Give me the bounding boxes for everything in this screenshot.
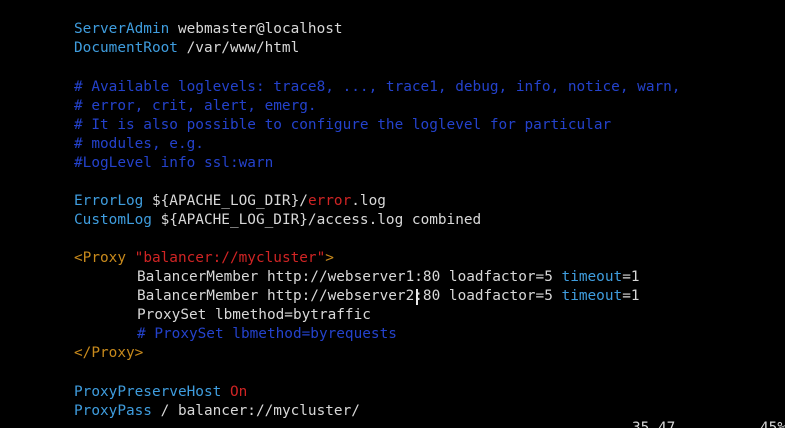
code-line: BalancerMember http://webserver1:80 load… [137, 268, 640, 287]
code-line: CustomLog ${APACHE_LOG_DIR}/access.log c… [74, 211, 481, 230]
code-token: "balancer://mycluster" [134, 250, 326, 266]
code-line: # modules, e.g. [74, 135, 204, 154]
code-token: =1 [622, 269, 640, 285]
code-token: # It is also possible to configure the l… [74, 117, 612, 133]
code-token: ErrorLog [74, 193, 144, 209]
code-token: #LogLevel info ssl:warn [74, 155, 274, 171]
code-token: / balancer://mycluster/ [151, 403, 360, 419]
code-token: ProxyPreserveHost [74, 384, 222, 400]
code-token: # Available loglevels: trace8, ..., trac… [74, 79, 681, 95]
code-line: DocumentRoot /var/www/html [74, 39, 299, 58]
code-token: timeout [561, 269, 623, 285]
code-token: /var/www/html [177, 40, 300, 56]
code-token: # modules, e.g. [74, 136, 204, 152]
code-line: # It is also possible to configure the l… [74, 116, 611, 135]
code-line: ServerAdmin webmaster@localhost [74, 20, 343, 39]
code-token: <Proxy [74, 250, 126, 266]
text-cursor [416, 289, 418, 305]
terminal-window[interactable]: ServerAdmin webmaster@localhost DocumentR… [0, 0, 785, 428]
code-token: ${APACHE_LOG_DIR}/access.log combined [151, 212, 482, 228]
code-line: ProxySet lbmethod=bytraffic [137, 306, 371, 325]
code-token: DocumentRoot [74, 40, 178, 56]
code-token: > [325, 250, 334, 266]
status-scroll-percent: 45% [760, 420, 785, 428]
code-line: #LogLevel info ssl:warn [74, 154, 273, 173]
code-token: =1 [622, 288, 640, 304]
code-line: BalancerMember http://webserver2:80 load… [137, 287, 640, 306]
code-line: ProxyPreserveHost On [74, 383, 247, 402]
code-token: ${APACHE_LOG_DIR}/ [143, 193, 308, 209]
code-line: # error, crit, alert, emerg. [74, 97, 317, 116]
code-line: ProxyPass / balancer://mycluster/ [74, 402, 360, 421]
code-token: CustomLog [74, 212, 152, 228]
code-token: On [229, 384, 248, 400]
code-token: # ProxySet lbmethod=byrequests [137, 326, 397, 342]
code-token: timeout [561, 288, 623, 304]
code-token: ServerAdmin [74, 21, 170, 37]
code-token: ProxyPass [74, 403, 152, 419]
code-token: BalancerMember http://webserver2:80 load… [137, 288, 562, 304]
code-line: </Proxy> [74, 344, 143, 363]
code-token: # error, crit, alert, emerg. [74, 98, 317, 114]
code-line: ErrorLog ${APACHE_LOG_DIR}/error.log [74, 192, 386, 211]
code-line: # ProxySet lbmethod=byrequests [137, 325, 397, 344]
code-token: error [307, 193, 352, 209]
code-token: .log [351, 193, 386, 209]
code-token: webmaster@localhost [169, 21, 343, 37]
code-token: BalancerMember http://webserver1:80 load… [137, 269, 562, 285]
status-cursor-position: 35,47 [632, 420, 676, 428]
code-token: </Proxy> [74, 345, 144, 361]
code-line: # Available loglevels: trace8, ..., trac… [74, 78, 680, 97]
code-token: ProxySet lbmethod=bytraffic [137, 307, 371, 323]
code-line: <Proxy "balancer://mycluster"> [74, 249, 334, 268]
